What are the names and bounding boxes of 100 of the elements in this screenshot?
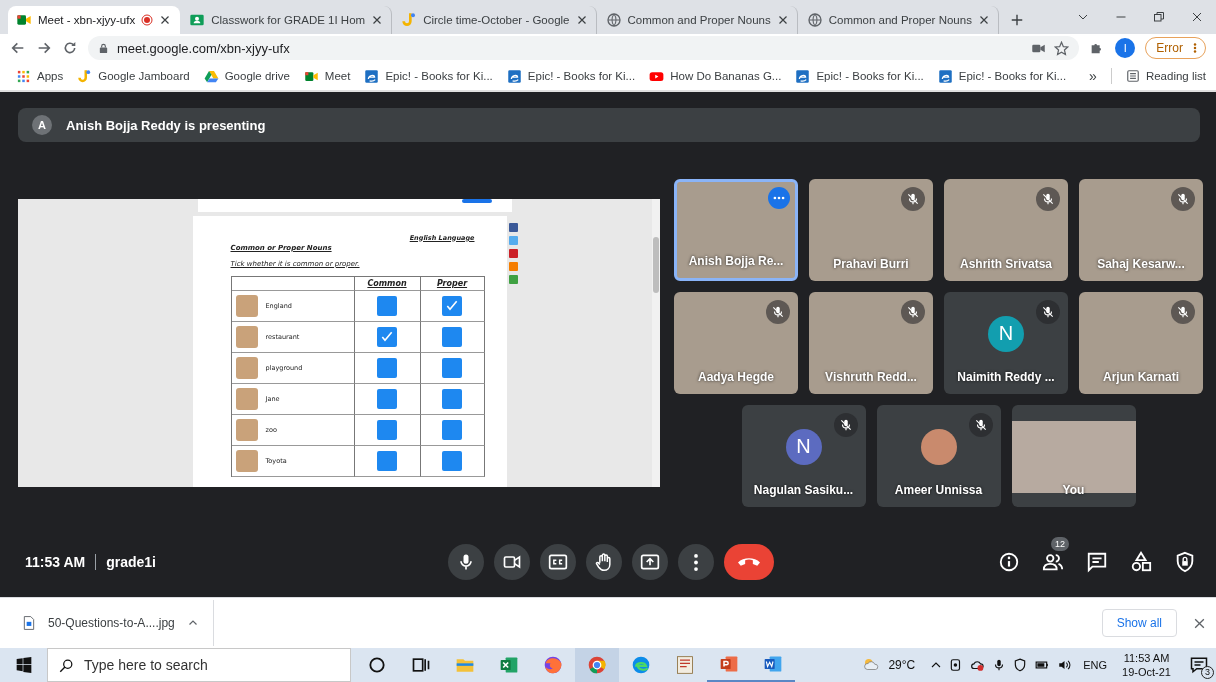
- forward-icon[interactable]: [36, 40, 52, 56]
- checkbox[interactable]: [442, 419, 462, 440]
- speaker-icon[interactable]: [1057, 658, 1073, 672]
- input-language[interactable]: ENG: [1083, 659, 1108, 671]
- show-all-button[interactable]: Show all: [1101, 609, 1177, 637]
- bookmark[interactable]: Epic! - Books for Ki...: [506, 68, 636, 84]
- clock-date[interactable]: 19-Oct-21: [1122, 665, 1171, 679]
- bookmark[interactable]: Google drive: [203, 68, 290, 84]
- bookmark[interactable]: How Do Bananas G...: [649, 68, 782, 84]
- bookmark[interactable]: Google Jamboard: [77, 68, 190, 84]
- hook-icon: [401, 12, 418, 28]
- shield-icon[interactable]: [1013, 658, 1028, 672]
- task-view-icon: [411, 655, 431, 675]
- checkbox[interactable]: [442, 450, 462, 471]
- leave-call-button[interactable]: [723, 544, 774, 580]
- checkbox[interactable]: [442, 357, 462, 378]
- lock-icon: [98, 42, 109, 54]
- checkbox[interactable]: [442, 326, 462, 347]
- column-header: Common: [354, 276, 421, 291]
- bookmark[interactable]: Meet: [303, 68, 351, 84]
- download-item[interactable]: 50-Questions-to-A....jpg: [22, 600, 214, 646]
- book-logo-icon: [506, 68, 522, 84]
- more-options-button[interactable]: [768, 186, 790, 209]
- mic-off-icon: [1041, 191, 1055, 206]
- book-logo-icon: [937, 68, 953, 84]
- fox-browser-icon: [543, 655, 563, 675]
- temperature: 29°C: [888, 658, 916, 672]
- mic-off-icon: [906, 304, 920, 319]
- participant-name: You: [1061, 482, 1086, 497]
- back-icon[interactable]: [10, 40, 26, 56]
- cloud-icon[interactable]: [970, 658, 986, 672]
- clipart-picture: [235, 449, 258, 472]
- microphone-button[interactable]: [447, 544, 484, 580]
- browser-button[interactable]: [575, 648, 619, 682]
- book-icon: [675, 655, 695, 675]
- book-logo-icon: [795, 68, 811, 84]
- checkbox[interactable]: [377, 357, 397, 378]
- close-icon[interactable]: [575, 14, 588, 26]
- close-icon[interactable]: [371, 14, 384, 26]
- bookmark[interactable]: Epic! - Books for Ki...: [937, 68, 1067, 84]
- star-icon[interactable]: [1054, 40, 1070, 56]
- checkbox[interactable]: [377, 419, 397, 440]
- clipart-picture: [235, 294, 258, 317]
- present-button[interactable]: [631, 544, 668, 580]
- battery-icon[interactable]: [1034, 658, 1051, 672]
- checkbox[interactable]: [442, 388, 462, 409]
- close-icon[interactable]: [159, 14, 172, 26]
- search-field[interactable]: Type here to search: [47, 648, 351, 682]
- checkbox[interactable]: [442, 295, 462, 316]
- info-icon[interactable]: [998, 551, 1020, 573]
- participant-count-badge: 12: [1051, 537, 1069, 551]
- restore-icon[interactable]: [1153, 11, 1165, 23]
- meeting-code: grade1i: [106, 554, 156, 570]
- checkbox[interactable]: [377, 326, 397, 347]
- checkbox[interactable]: [377, 388, 397, 409]
- notification-icon[interactable]: [1190, 656, 1208, 674]
- close-icon[interactable]: [776, 14, 789, 26]
- bookmark[interactable]: Epic! - Books for Ki...: [795, 68, 924, 84]
- notification-count: 3: [1201, 666, 1214, 679]
- slides-icon: [719, 654, 739, 674]
- address-bar[interactable]: meet.google.com/xbn-xjyy-ufx: [88, 36, 1080, 60]
- checkbox[interactable]: [377, 450, 397, 471]
- windows-logo-icon[interactable]: [15, 657, 32, 673]
- profile-avatar[interactable]: I: [1115, 38, 1136, 58]
- shapes-icon[interactable]: [1130, 551, 1152, 573]
- wave-browser-icon: [631, 655, 651, 675]
- checkbox[interactable]: [377, 295, 397, 316]
- new-tab-icon[interactable]: [1009, 13, 1024, 27]
- reload-icon[interactable]: [62, 40, 78, 56]
- globe-icon: [806, 12, 823, 28]
- bookmarks-overflow[interactable]: »: [1089, 68, 1097, 84]
- captions-icon: [547, 552, 568, 572]
- hand-button[interactable]: [585, 544, 622, 580]
- participant-name: Anish Bojja Re...: [687, 253, 785, 268]
- people-icon[interactable]: [1042, 551, 1064, 573]
- participant-name: Prahavi Burri: [832, 256, 910, 271]
- clipart-picture: [235, 387, 258, 410]
- reading-list-button[interactable]: Reading list: [1125, 69, 1206, 83]
- chat-icon[interactable]: [1086, 551, 1108, 573]
- clock-time[interactable]: 11:53 AM: [1123, 651, 1170, 665]
- more-options-button[interactable]: [677, 544, 714, 580]
- video-camera-icon: [16, 12, 32, 28]
- close-icon[interactable]: [977, 14, 990, 26]
- close-icon[interactable]: [1193, 616, 1206, 630]
- camera-button[interactable]: [493, 544, 530, 580]
- spreadsheet-icon: [499, 655, 519, 675]
- mic-off-icon: [906, 191, 920, 206]
- present-icon: [639, 552, 660, 572]
- file-icon: [22, 615, 36, 631]
- bookmark[interactable]: Epic! - Books for Ki...: [364, 68, 493, 84]
- browser-tab[interactable]: Meet - xbn-xjyy-ufx: [8, 6, 181, 34]
- captions-button[interactable]: [539, 544, 576, 580]
- clipart-picture: [235, 418, 258, 441]
- close-icon[interactable]: [1191, 11, 1203, 23]
- classroom-board-icon: [189, 12, 206, 28]
- meeting-time: 11:53 AM: [25, 554, 86, 570]
- bookmark[interactable]: Apps: [16, 68, 64, 84]
- error-button[interactable]: Error: [1145, 37, 1206, 59]
- triangle-icon: [203, 68, 219, 84]
- lock-shield-icon[interactable]: [1174, 551, 1196, 573]
